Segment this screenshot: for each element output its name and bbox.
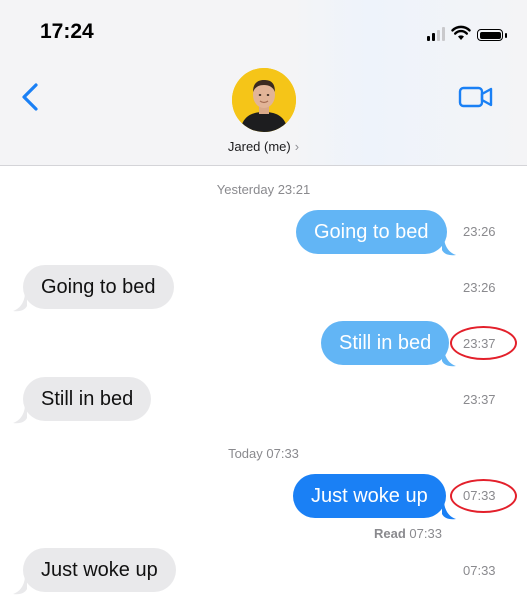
bubble-tail xyxy=(442,238,456,256)
message-time: 23:26 xyxy=(463,224,496,239)
message-time: 23:37 xyxy=(463,392,496,407)
contact-name-label: Jared (me) xyxy=(227,139,291,154)
sent-message-bubble[interactable]: Going to bed xyxy=(296,210,447,254)
chevron-right-icon: › xyxy=(294,139,300,154)
message-time: 23:26 xyxy=(463,280,496,295)
video-camera-icon[interactable] xyxy=(458,84,494,110)
sent-message-bubble[interactable]: Still in bed xyxy=(321,321,450,365)
status-time: 17:24 xyxy=(40,20,94,43)
sent-message-bubble[interactable]: Just woke up xyxy=(293,474,446,518)
received-message-bubble[interactable]: Just woke up xyxy=(23,548,176,592)
bubble-tail xyxy=(13,406,27,424)
date-separator: Yesterday 23:21 xyxy=(216,182,311,197)
date-separator: Today 07:33 xyxy=(228,446,299,461)
received-message-bubble[interactable]: Still in bed xyxy=(23,377,152,421)
person-avatar-icon xyxy=(232,68,296,132)
back-chevron-icon[interactable] xyxy=(18,82,42,112)
message-time: 07:33 xyxy=(463,563,496,578)
received-message-bubble[interactable]: Going to bed xyxy=(23,265,174,309)
contact-name[interactable]: Jared (me) › xyxy=(0,139,527,154)
bubble-tail xyxy=(13,577,27,595)
cellular-signal-icon xyxy=(427,27,445,41)
status-icons xyxy=(427,23,507,41)
highlight-circle xyxy=(450,326,517,360)
read-receipt-time: 07:33 xyxy=(409,526,442,541)
wifi-icon xyxy=(451,25,471,40)
contact-avatar[interactable] xyxy=(232,68,296,132)
highlight-circle xyxy=(450,479,517,513)
read-receipt-label: Read xyxy=(374,526,406,541)
conversation-header: 17:24 Jared (me) › xyxy=(0,0,527,166)
read-receipt: Read 07:33 xyxy=(374,526,442,541)
bubble-tail xyxy=(13,294,27,312)
battery-icon xyxy=(477,29,507,41)
